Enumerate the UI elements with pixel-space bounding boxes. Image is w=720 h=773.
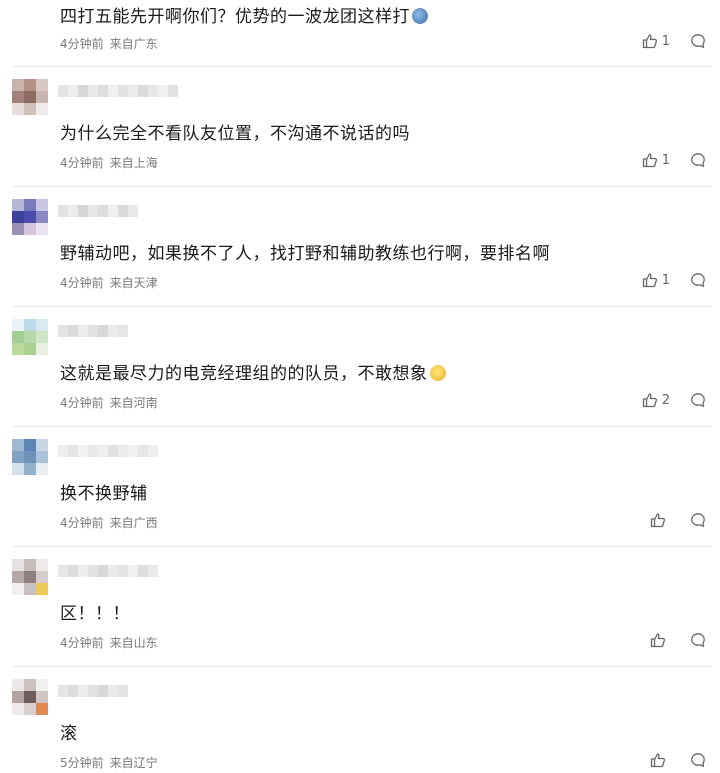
like-count: 2	[661, 392, 670, 408]
reply-button[interactable]	[690, 752, 706, 768]
reply-button[interactable]	[690, 272, 706, 288]
comment-text: 为什么完全不看队友位置，不沟通不说话的吗	[60, 124, 410, 144]
reply-button[interactable]	[690, 392, 706, 408]
comment-bubble-icon	[691, 753, 705, 767]
avatar[interactable]	[12, 319, 48, 355]
comment-location: 来自广东	[109, 37, 158, 51]
comment-actions: 1	[642, 33, 706, 49]
like-count: 1	[661, 33, 670, 49]
comment-text: 野辅动吧，如果换不了人，找打野和辅助教练也行啊，要排名啊	[60, 244, 550, 264]
comment-location: 来自天津	[109, 276, 158, 290]
comment-item: 为什么完全不看队友位置，不沟通不说话的吗 4分钟前 来自上海 1	[0, 67, 720, 185]
comment-actions	[650, 512, 706, 528]
user-nickname-blurred[interactable]	[58, 85, 178, 99]
comment-time: 4分钟前	[60, 276, 104, 290]
like-button[interactable]	[650, 752, 670, 768]
reply-button[interactable]	[690, 632, 706, 648]
comment-location: 来自河南	[109, 396, 158, 410]
laughing-tears-emoji-icon	[429, 365, 446, 381]
comment-item: 野辅动吧，如果换不了人，找打野和辅助教练也行啊，要排名啊 4分钟前 来自天津 1	[0, 187, 720, 306]
comment-text: 四打五能先开啊你们？优势的一波龙团这样打	[60, 7, 410, 27]
comment-time: 4分钟前	[60, 636, 104, 650]
comment-text: 这就是最尽力的电竞经理组的的队员，不敢想象	[60, 364, 428, 384]
comment-actions: 1	[642, 272, 706, 288]
like-button[interactable]: 1	[642, 33, 670, 49]
reply-button[interactable]	[690, 33, 706, 49]
like-button[interactable]: 1	[642, 272, 670, 288]
comment-location: 来自辽宁	[109, 756, 158, 770]
reply-button[interactable]	[690, 512, 706, 528]
user-nickname-blurred[interactable]	[58, 685, 128, 699]
avatar[interactable]	[12, 199, 48, 235]
like-button[interactable]: 1	[642, 152, 670, 168]
comment-actions: 1	[642, 152, 706, 168]
like-count: 1	[661, 272, 670, 288]
comment-bubble-icon	[691, 513, 705, 527]
comment-bubble-icon	[691, 633, 705, 647]
comment-location: 来自山东	[109, 636, 158, 650]
shark-emoji-icon	[412, 8, 428, 24]
comment-item: 这就是最尽力的电竞经理组的的队员，不敢想象 4分钟前 来自河南 2	[0, 307, 720, 426]
thumbs-up-icon	[642, 153, 657, 168]
user-nickname-blurred[interactable]	[58, 565, 158, 579]
comment-actions	[650, 632, 706, 648]
like-button[interactable]: 2	[642, 392, 670, 408]
comment-time: 4分钟前	[60, 516, 104, 530]
comment-meta: 4分钟前 来自天津	[60, 274, 158, 291]
comment-bubble-icon	[691, 34, 705, 48]
comment-meta: 4分钟前 来自广东	[60, 35, 158, 52]
comment-actions: 2	[642, 392, 706, 408]
comment-text: 区！！！	[60, 604, 130, 624]
thumbs-up-icon	[650, 513, 666, 528]
comment-time: 5分钟前	[60, 756, 104, 770]
comment-bubble-icon	[691, 393, 705, 407]
avatar[interactable]	[12, 679, 48, 715]
comment-text: 换不换野辅	[60, 484, 148, 504]
comment-time: 4分钟前	[60, 37, 104, 51]
comment-item: 滚 5分钟前 来自辽宁	[0, 667, 720, 773]
comment-bubble-icon	[691, 153, 705, 167]
user-nickname-blurred[interactable]	[58, 325, 128, 339]
like-button[interactable]	[650, 632, 670, 648]
like-count: 1	[661, 152, 670, 168]
thumbs-up-icon	[642, 34, 657, 49]
comment-actions	[650, 752, 706, 768]
like-button[interactable]	[650, 512, 670, 528]
comment-meta: 4分钟前 来自山东	[60, 634, 158, 651]
avatar[interactable]	[12, 559, 48, 595]
thumbs-up-icon	[642, 393, 657, 408]
comment-item: 区！！！ 4分钟前 来自山东	[0, 547, 720, 666]
comment-item: 换不换野辅 4分钟前 来自广西	[0, 427, 720, 546]
reply-button[interactable]	[690, 152, 706, 168]
comment-location: 来自上海	[109, 156, 158, 170]
comment-text: 滚	[60, 724, 78, 744]
comment-meta: 4分钟前 来自广西	[60, 514, 158, 531]
comment-bubble-icon	[691, 273, 705, 287]
user-nickname-blurred[interactable]	[58, 205, 138, 219]
comment-meta: 5分钟前 来自辽宁	[60, 754, 158, 771]
comment-list: 四打五能先开啊你们？优势的一波龙团这样打 4分钟前 来自广东 1 为什么完全不看队…	[0, 0, 720, 773]
comment-meta: 4分钟前 来自河南	[60, 394, 158, 411]
thumbs-up-icon	[650, 633, 666, 648]
comment-time: 4分钟前	[60, 156, 104, 170]
comment-time: 4分钟前	[60, 396, 104, 410]
thumbs-up-icon	[642, 273, 657, 288]
comment-meta: 4分钟前 来自上海	[60, 154, 158, 171]
avatar[interactable]	[12, 79, 48, 115]
thumbs-up-icon	[650, 753, 666, 768]
comment-item: 四打五能先开啊你们？优势的一波龙团这样打 4分钟前 来自广东 1	[0, 0, 720, 66]
comment-location: 来自广西	[109, 516, 158, 530]
user-nickname-blurred[interactable]	[58, 445, 158, 459]
avatar[interactable]	[12, 439, 48, 475]
